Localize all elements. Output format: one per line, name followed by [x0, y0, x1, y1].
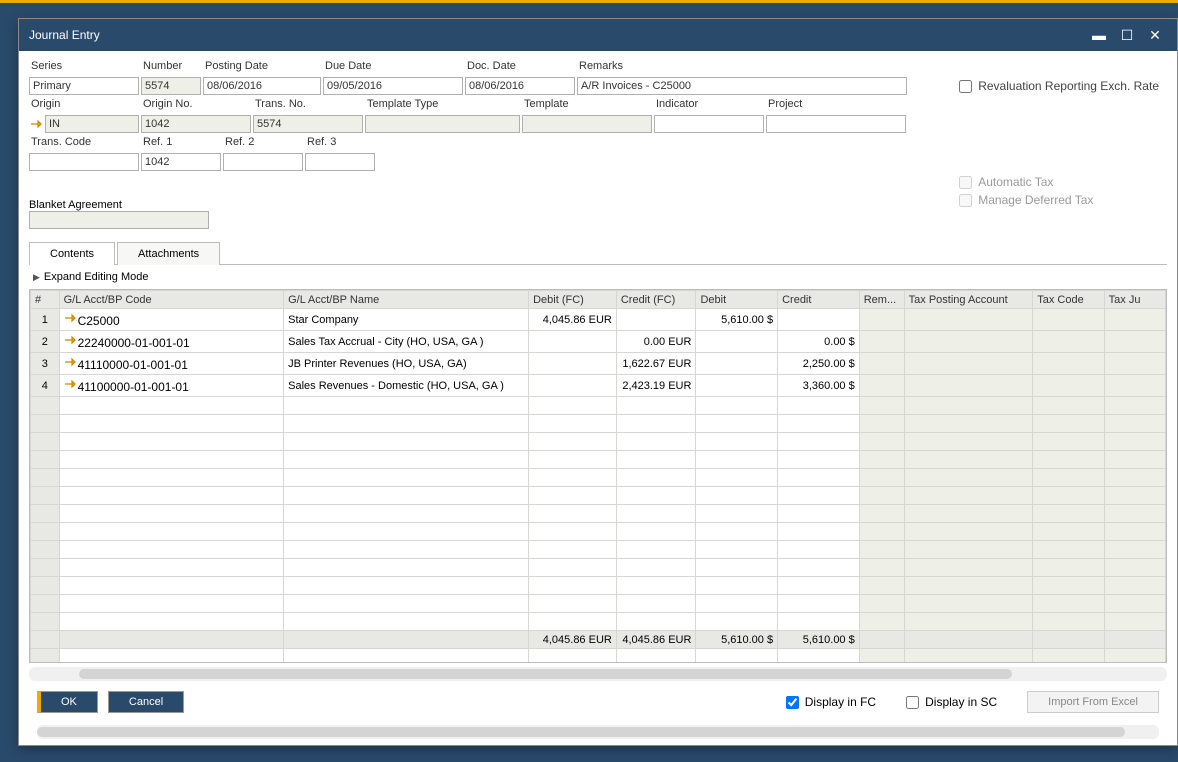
table-row[interactable]: [31, 595, 1166, 613]
table-row[interactable]: [31, 433, 1166, 451]
grid-horizontal-scrollbar[interactable]: [29, 667, 1167, 681]
minimize-icon[interactable]: ▬: [1087, 25, 1111, 45]
link-arrow-icon[interactable]: [64, 311, 78, 325]
col-header[interactable]: #: [31, 291, 60, 309]
maximize-icon[interactable]: ☐: [1115, 25, 1139, 45]
remarks-input[interactable]: [577, 77, 907, 95]
origin-input[interactable]: [45, 115, 139, 133]
cancel-button[interactable]: Cancel: [108, 691, 184, 713]
series-input[interactable]: [29, 77, 139, 95]
table-row[interactable]: [31, 613, 1166, 631]
footer: OK Cancel Display in FC Display in SC Im…: [29, 681, 1167, 725]
table-row[interactable]: [31, 451, 1166, 469]
ok-button[interactable]: OK: [37, 691, 98, 713]
link-arrow-icon[interactable]: [29, 115, 45, 133]
tab-contents[interactable]: Contents: [29, 242, 115, 265]
project-input[interactable]: [766, 115, 906, 133]
indicator-input[interactable]: [654, 115, 764, 133]
window-horizontal-scrollbar[interactable]: [37, 725, 1159, 739]
table-row: [31, 649, 1166, 664]
tab-attachments[interactable]: Attachments: [117, 242, 220, 265]
trans-no--input[interactable]: [253, 115, 363, 133]
table-row[interactable]: [31, 577, 1166, 595]
col-header[interactable]: G/L Acct/BP Code: [59, 291, 284, 309]
link-arrow-icon[interactable]: [64, 355, 78, 369]
table-row[interactable]: [31, 505, 1166, 523]
close-icon[interactable]: ✕: [1143, 25, 1167, 45]
col-header[interactable]: Debit (FC): [529, 291, 617, 309]
col-header[interactable]: Credit: [778, 291, 860, 309]
table-row[interactable]: [31, 541, 1166, 559]
template-type-input[interactable]: [365, 115, 520, 133]
col-header[interactable]: Credit (FC): [616, 291, 696, 309]
col-header[interactable]: Rem...: [859, 291, 904, 309]
origin-no--input[interactable]: [141, 115, 251, 133]
template-input[interactable]: [522, 115, 652, 133]
window-title: Journal Entry: [29, 28, 1083, 42]
titlebar: Journal Entry ▬ ☐ ✕: [19, 19, 1177, 51]
table-row[interactable]: 441100000-01-001-01Sales Revenues - Dome…: [31, 375, 1166, 397]
posting-date-input[interactable]: [203, 77, 321, 95]
expand-editing-mode[interactable]: Expand Editing Mode: [29, 265, 1167, 289]
table-row[interactable]: 341110000-01-001-01JB Printer Revenues (…: [31, 353, 1166, 375]
table-row[interactable]: [31, 487, 1166, 505]
totals-row: 4,045.86 EUR4,045.86 EUR5,610.00 $5,610.…: [31, 631, 1166, 649]
link-arrow-icon[interactable]: [64, 333, 78, 347]
table-row[interactable]: [31, 397, 1166, 415]
tabs: Contents Attachments: [29, 241, 1167, 265]
trans-code-input[interactable]: [29, 153, 139, 171]
due-date-input[interactable]: [323, 77, 463, 95]
journal-lines-grid[interactable]: #G/L Acct/BP CodeG/L Acct/BP NameDebit (…: [29, 289, 1167, 663]
import-from-excel-button[interactable]: Import From Excel: [1027, 691, 1159, 713]
journal-entry-window: Journal Entry ▬ ☐ ✕ SeriesNumberPosting …: [18, 18, 1178, 746]
display-in-fc-checkbox[interactable]: Display in FC: [786, 695, 876, 709]
revaluation-checkbox[interactable]: Revaluation Reporting Exch. Rate: [959, 79, 1159, 93]
col-header[interactable]: Tax Code: [1033, 291, 1104, 309]
ref-3-input[interactable]: [305, 153, 375, 171]
number-input[interactable]: [141, 77, 201, 95]
ref-2-input[interactable]: [223, 153, 303, 171]
table-row[interactable]: [31, 415, 1166, 433]
table-row[interactable]: 1C25000Star Company4,045.86 EUR5,610.00 …: [31, 309, 1166, 331]
col-header[interactable]: G/L Acct/BP Name: [284, 291, 529, 309]
ref-1-input[interactable]: [141, 153, 221, 171]
automatic-tax-checkbox[interactable]: Automatic Tax: [959, 175, 1159, 189]
table-row[interactable]: [31, 523, 1166, 541]
table-row[interactable]: [31, 469, 1166, 487]
display-in-sc-checkbox[interactable]: Display in SC: [906, 695, 997, 709]
col-header[interactable]: Debit: [696, 291, 778, 309]
doc-date-input[interactable]: [465, 77, 575, 95]
manage-deferred-tax-checkbox[interactable]: Manage Deferred Tax: [959, 193, 1159, 207]
table-row[interactable]: [31, 559, 1166, 577]
blanket-agreement-input[interactable]: [29, 211, 209, 229]
col-header[interactable]: Tax Posting Account: [904, 291, 1033, 309]
table-row[interactable]: 222240000-01-001-01Sales Tax Accrual - C…: [31, 331, 1166, 353]
col-header[interactable]: Tax Ju: [1104, 291, 1165, 309]
link-arrow-icon[interactable]: [64, 377, 78, 391]
